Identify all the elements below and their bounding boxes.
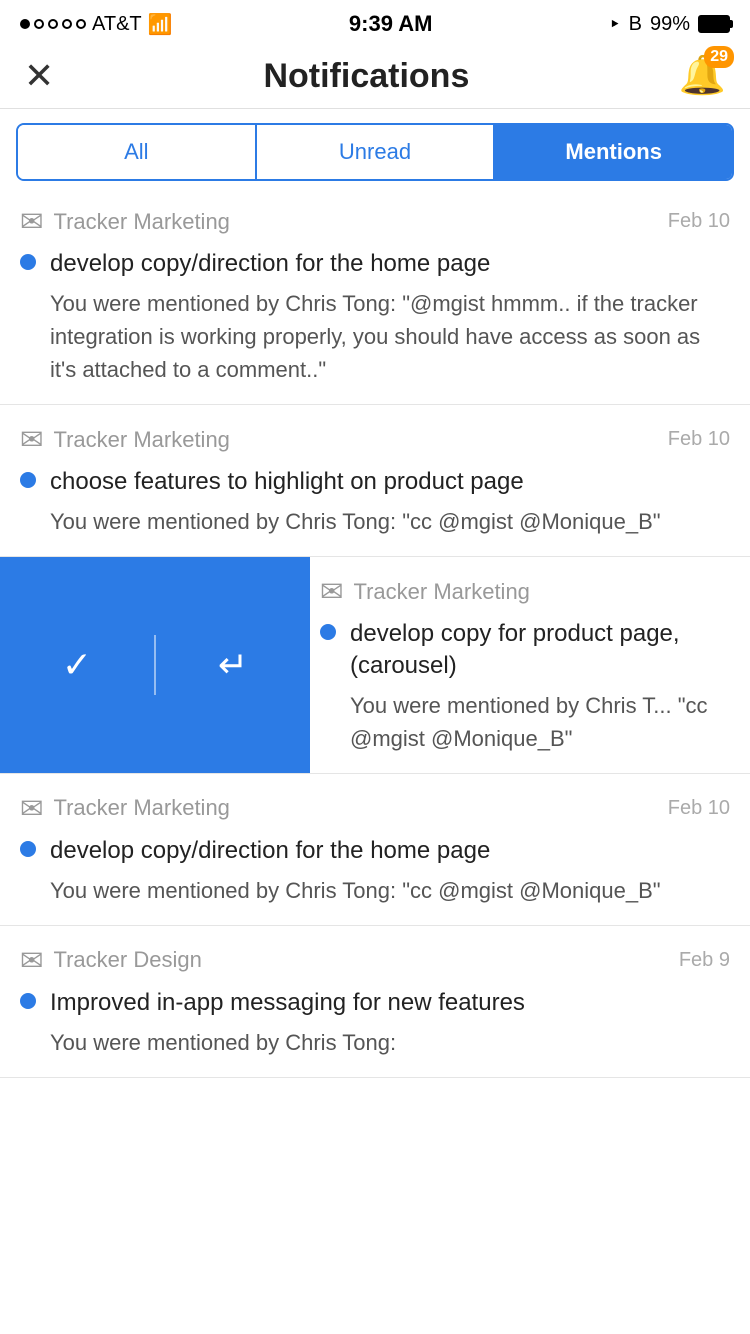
notif-task: develop copy for product page, (carousel… <box>350 618 730 680</box>
notif-message: You were mentioned by Chris Tong: "@mgis… <box>20 287 730 386</box>
signal-dot-3 <box>48 19 58 29</box>
notification-item[interactable]: ✉ Tracker Marketing Feb 10 develop copy/… <box>0 195 750 405</box>
unread-dot <box>20 254 36 270</box>
notification-item[interactable]: ✉ Tracker Design Feb 9 Improved in-app m… <box>0 926 750 1078</box>
signal-dot-4 <box>62 19 72 29</box>
page-title: Notifications <box>263 57 469 96</box>
notif-header-left: ✉ Tracker Design <box>20 944 202 977</box>
unread-dot <box>320 624 336 640</box>
notif-date: Feb 9 <box>679 949 730 972</box>
at-icon: ✉ <box>20 792 43 825</box>
notification-item[interactable]: ✉ Tracker Marketing Feb 10 choose featur… <box>0 405 750 557</box>
notif-header: ✉ Tracker Marketing Feb 10 <box>20 423 730 456</box>
check-icon: ✓ <box>62 644 92 686</box>
notif-header: ✉ Tracker Design Feb 9 <box>20 944 730 977</box>
signal-dot-5 <box>76 19 86 29</box>
notification-item[interactable]: ✉ Tracker Marketing Feb 10 develop copy/… <box>0 774 750 926</box>
notification-item-swiped[interactable]: ✓ ↵ ✉ Tracker Marketing develop copy for… <box>0 557 750 773</box>
notification-badge: 29 <box>704 46 734 68</box>
signal-dots <box>20 19 86 29</box>
location-icon: ‣ <box>609 12 621 37</box>
notif-message: You were mentioned by Chris T... "cc @mg… <box>320 689 730 755</box>
notif-header: ✉ Tracker Marketing Feb 10 <box>20 205 730 238</box>
notif-header-left: ✉ Tracker Marketing <box>20 423 230 456</box>
signal-dot-1 <box>20 19 30 29</box>
unread-dot <box>20 841 36 857</box>
at-icon: ✉ <box>320 575 343 608</box>
at-icon: ✉ <box>20 205 43 238</box>
notif-header-left: ✉ Tracker Marketing <box>320 575 530 608</box>
swipe-action-overlay: ✓ ↵ <box>0 557 310 772</box>
swipe-reply-action[interactable]: ↵ <box>156 644 310 686</box>
notif-project: Tracker Marketing <box>53 427 229 453</box>
status-bar: AT&T 📶 9:39 AM ‣ B 99% <box>0 0 750 44</box>
tabs-container: All Unread Mentions <box>16 123 734 181</box>
battery-text: 99% <box>650 13 690 36</box>
at-icon: ✉ <box>20 944 43 977</box>
notif-task: develop copy/direction for the home page <box>50 835 490 866</box>
notif-header-left: ✉ Tracker Marketing <box>20 205 230 238</box>
notif-project: Tracker Marketing <box>53 795 229 821</box>
at-icon: ✉ <box>20 423 43 456</box>
notif-header-left: ✉ Tracker Marketing <box>20 792 230 825</box>
notif-project: Tracker Marketing <box>353 579 529 605</box>
notif-message: You were mentioned by Chris Tong: <box>20 1026 730 1059</box>
tab-mentions[interactable]: Mentions <box>495 125 732 179</box>
status-right: ‣ B 99% <box>609 12 730 37</box>
unread-dot <box>20 993 36 1009</box>
battery-icon <box>698 15 730 33</box>
carrier-label: AT&T <box>92 13 142 36</box>
status-left: AT&T 📶 <box>20 12 173 37</box>
notif-task-row: develop copy/direction for the home page <box>20 835 730 866</box>
signal-dot-2 <box>34 19 44 29</box>
notif-task-row: develop copy for product page, (carousel… <box>320 618 730 680</box>
bluetooth-icon: B <box>629 13 642 36</box>
tab-all[interactable]: All <box>18 125 255 179</box>
notif-task: develop copy/direction for the home page <box>50 248 490 279</box>
notif-task-row: develop copy/direction for the home page <box>20 248 730 279</box>
notif-project: Tracker Marketing <box>53 209 229 235</box>
notif-task-row: Improved in-app messaging for new featur… <box>20 987 730 1018</box>
tab-unread[interactable]: Unread <box>257 125 494 179</box>
notif-date: Feb 10 <box>668 797 730 820</box>
notif-task: choose features to highlight on product … <box>50 466 524 497</box>
swipe-check-action[interactable]: ✓ <box>0 644 154 686</box>
notif-message: You were mentioned by Chris Tong: "cc @m… <box>20 874 730 907</box>
notif-task-row: choose features to highlight on product … <box>20 466 730 497</box>
unread-dot <box>20 472 36 488</box>
wifi-icon: 📶 <box>148 12 173 37</box>
notif-message: You were mentioned by Chris Tong: "cc @m… <box>20 505 730 538</box>
notif-date: Feb 10 <box>668 210 730 233</box>
close-button[interactable]: ✕ <box>24 58 54 94</box>
notifications-list: ✉ Tracker Marketing Feb 10 develop copy/… <box>0 195 750 1078</box>
bell-button[interactable]: 🔔 29 <box>679 54 726 98</box>
header: ✕ Notifications 🔔 29 <box>0 44 750 109</box>
notif-task: Improved in-app messaging for new featur… <box>50 987 525 1018</box>
reply-icon: ↵ <box>218 644 248 686</box>
notif-date: Feb 10 <box>668 428 730 451</box>
notif-header: ✉ Tracker Marketing <box>320 575 730 608</box>
status-time: 9:39 AM <box>349 11 433 37</box>
notif-header: ✉ Tracker Marketing Feb 10 <box>20 792 730 825</box>
notif-project: Tracker Design <box>53 947 201 973</box>
